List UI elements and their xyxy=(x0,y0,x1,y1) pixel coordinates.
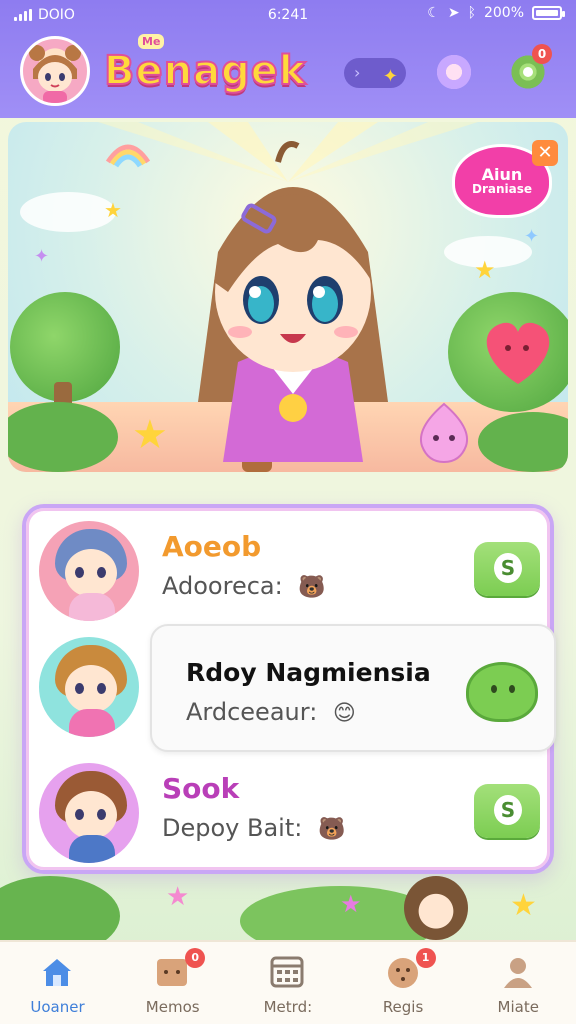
notification-badge: 0 xyxy=(532,44,552,64)
star-icon: ★ xyxy=(132,412,168,458)
nav-label: Uoaner xyxy=(30,998,85,1016)
moon-icon: ☾ xyxy=(427,5,440,21)
location-arrow-icon: ➤ xyxy=(447,5,460,21)
nav-label: Memos xyxy=(145,998,200,1016)
bear-icon: 🐻 xyxy=(298,574,326,600)
nav-label: Metrd: xyxy=(263,998,313,1016)
nav-label: Miate xyxy=(497,998,539,1016)
chat-bubble-icon xyxy=(491,685,497,693)
chat-button[interactable] xyxy=(466,662,538,722)
star-icon: ★ xyxy=(474,256,496,284)
nav-item-home[interactable]: Uoaner xyxy=(0,942,115,1024)
bluetooth-icon: ᛒ xyxy=(467,5,476,21)
bear-icon: 🐻 xyxy=(317,816,346,842)
status-pill-button[interactable]: › ✦ xyxy=(344,58,406,88)
heart-blob xyxy=(486,322,550,384)
list-item[interactable]: Rdoy Nagmiensia Ardceeaur: 😊 xyxy=(26,624,558,752)
sparkle-icon: ✦ xyxy=(34,246,50,267)
friend-name: Rdoy Nagmiensia xyxy=(186,658,431,687)
nav-badge: 1 xyxy=(415,948,436,968)
chat-bubble-icon: S xyxy=(494,795,522,825)
star-icon: ★ xyxy=(166,882,190,912)
list-item[interactable]: Sook Depoy Bait: 🐻 S xyxy=(26,754,558,872)
title-tag: Me xyxy=(138,34,165,49)
bottom-scenery: ★ ★ ★ xyxy=(0,876,576,956)
smiley-icon: 😊 xyxy=(332,700,356,726)
nav-item-memos[interactable]: 0 Memos xyxy=(115,942,230,1024)
star-icon: ★ xyxy=(340,890,362,918)
planet-icon[interactable] xyxy=(434,52,474,92)
app-title: Benagek xyxy=(103,47,307,95)
grid-calendar-icon xyxy=(270,956,304,988)
list-item[interactable]: Aoeob Adooreca: 🐻 S xyxy=(26,512,558,630)
friend-name: Sook xyxy=(162,772,240,805)
friend-status: Adooreca: xyxy=(162,572,283,600)
friend-avatar xyxy=(36,518,142,624)
chat-button[interactable]: S xyxy=(474,784,540,838)
hero-banner: Aiun Draniase ✕ ★ ★ ★ ✦ ✦ xyxy=(8,122,568,472)
nav-badge: 0 xyxy=(185,948,206,968)
friend-avatar xyxy=(36,634,142,740)
chat-bubble-icon: S xyxy=(494,553,522,583)
battery-icon xyxy=(532,6,565,20)
gear-icon xyxy=(523,67,533,77)
friend-avatar xyxy=(36,760,142,866)
star-icon: ★ xyxy=(104,198,122,222)
hero-character xyxy=(198,141,388,472)
profile-avatar[interactable] xyxy=(20,36,90,106)
status-bar: DOIO 6:241 ☾ ➤ ᛒ 200% xyxy=(0,0,576,30)
friends-list: Aoeob Adooreca: 🐻 S Rdoy Nagmiensia Ardc… xyxy=(22,504,556,874)
onion-sprite xyxy=(420,402,468,464)
character-peek xyxy=(404,876,468,940)
nav-item-metrd[interactable]: Metrd: xyxy=(230,942,345,1024)
chat-button[interactable]: S xyxy=(474,542,540,596)
friend-status: Depoy Bait: xyxy=(162,814,303,842)
battery-percent: 200% xyxy=(483,5,524,21)
friend-name: Aoeob xyxy=(162,530,262,563)
orange-star-sticker: ✕ xyxy=(532,140,558,166)
sparkle-icon: ✦ xyxy=(524,226,540,247)
sparkle-icon: ✦ xyxy=(382,66,398,87)
chevron-right-icon: › xyxy=(354,63,361,82)
nav-item-regis[interactable]: 1 Regis xyxy=(346,942,461,1024)
nav-label: Regis xyxy=(382,998,424,1016)
star-icon: ★ xyxy=(510,888,537,923)
friend-status: Ardceeaur: xyxy=(186,698,318,726)
bottom-nav: Uoaner 0 Memos Metrd: 1 Regis Miate xyxy=(0,940,576,1024)
top-bar: DOIO 6:241 ☾ ➤ ᛒ 200% Me Benagek › ✦ 0 xyxy=(0,0,576,118)
home-icon xyxy=(43,959,71,986)
person-icon xyxy=(503,958,532,988)
nav-item-miate[interactable]: Miate xyxy=(461,942,576,1024)
settings-gear-button[interactable]: 0 xyxy=(508,44,552,92)
